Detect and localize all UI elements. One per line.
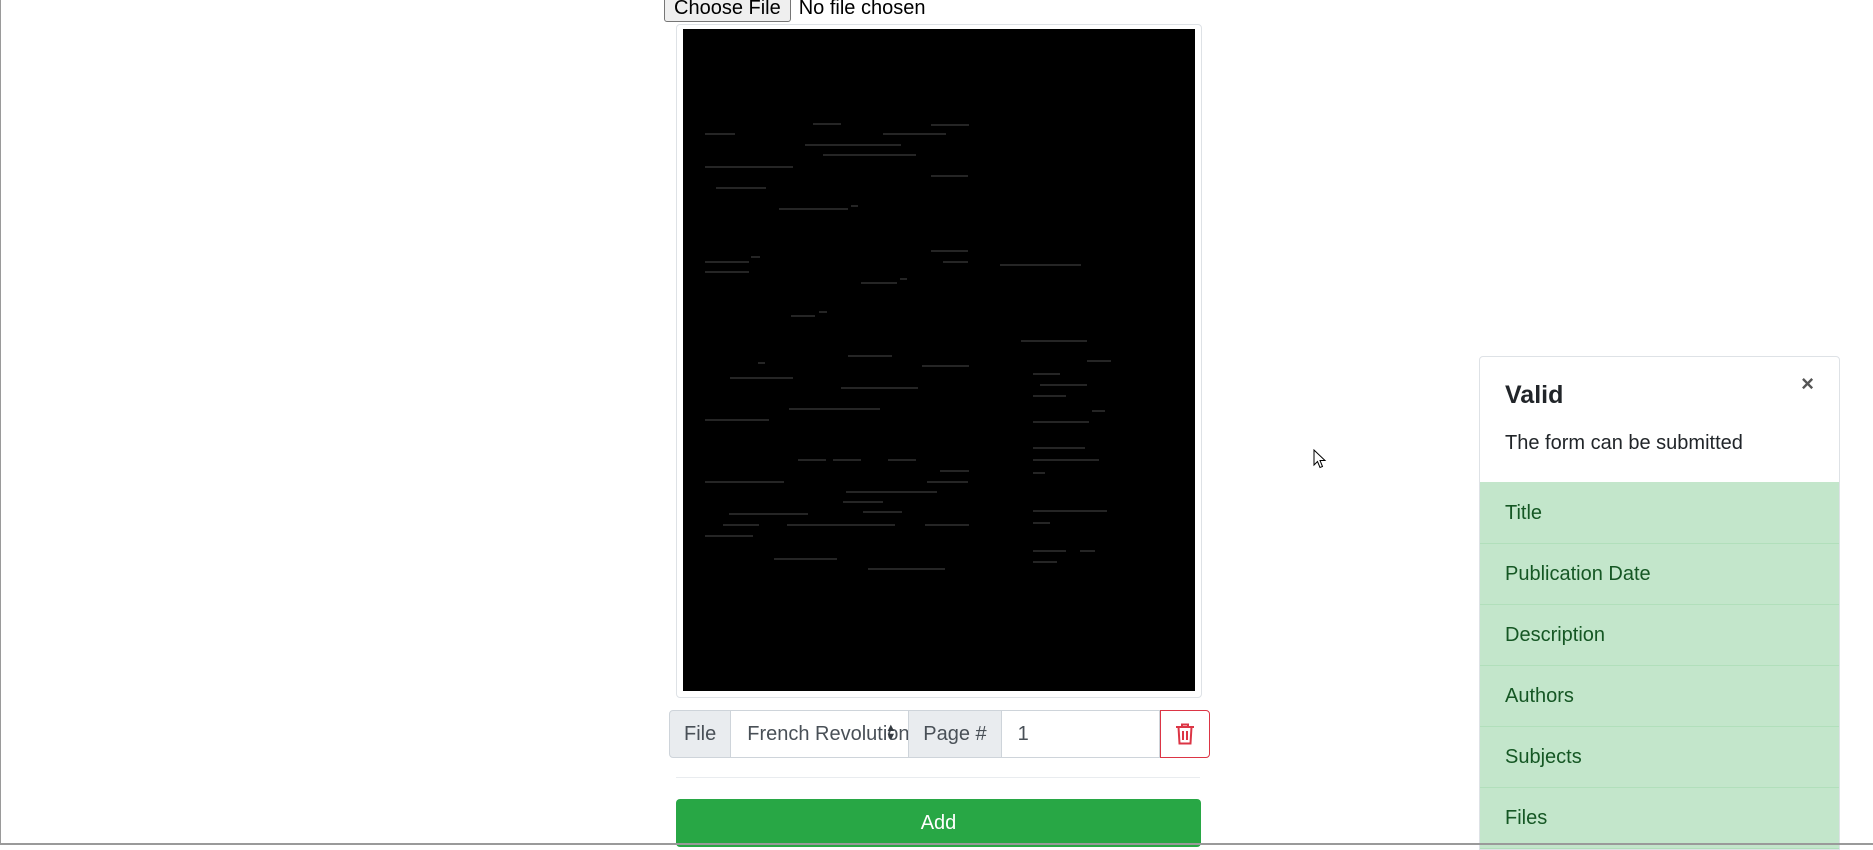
section-divider (676, 777, 1200, 778)
validation-item-title[interactable]: Title (1480, 483, 1839, 544)
sort-caret-icon: ▲ ▼ (885, 722, 897, 743)
trash-icon (1175, 723, 1194, 745)
validation-item-files[interactable]: Files (1480, 788, 1839, 849)
page-file-input-group: File French Revolution ▲ ▼ Page # 1 (669, 710, 1210, 758)
scanned-page-image (683, 29, 1195, 691)
validation-header: Valid × The form can be submitted (1480, 357, 1839, 483)
window-left-border (0, 0, 1, 845)
validation-item-subjects[interactable]: Subjects (1480, 727, 1839, 788)
file-select-value: French Revolution (747, 722, 909, 745)
file-select[interactable]: French Revolution ▲ ▼ (731, 710, 909, 758)
mouse-pointer-icon (1313, 449, 1327, 469)
page-number-input[interactable]: 1 (1001, 710, 1160, 758)
close-icon[interactable]: × (1801, 371, 1814, 397)
validation-title: Valid (1505, 381, 1564, 409)
validation-message: The form can be submitted (1505, 432, 1743, 454)
scanned-text-strokes (705, 123, 1111, 570)
file-label: File (669, 710, 732, 758)
page-number-label: Page # (908, 710, 1002, 758)
add-button[interactable]: Add (676, 799, 1201, 847)
file-status-text: No file chosen (798, 0, 926, 19)
delete-page-button[interactable] (1159, 710, 1210, 758)
validation-item-description[interactable]: Description (1480, 605, 1839, 666)
page-image-preview (676, 24, 1202, 698)
choose-file-button[interactable]: Choose File (664, 0, 791, 22)
validation-panel: Valid × The form can be submitted Title … (1479, 356, 1840, 850)
validation-item-publication-date[interactable]: Publication Date (1480, 544, 1839, 605)
file-input[interactable]: Choose File No file chosen (664, 0, 925, 22)
validation-item-authors[interactable]: Authors (1480, 666, 1839, 727)
